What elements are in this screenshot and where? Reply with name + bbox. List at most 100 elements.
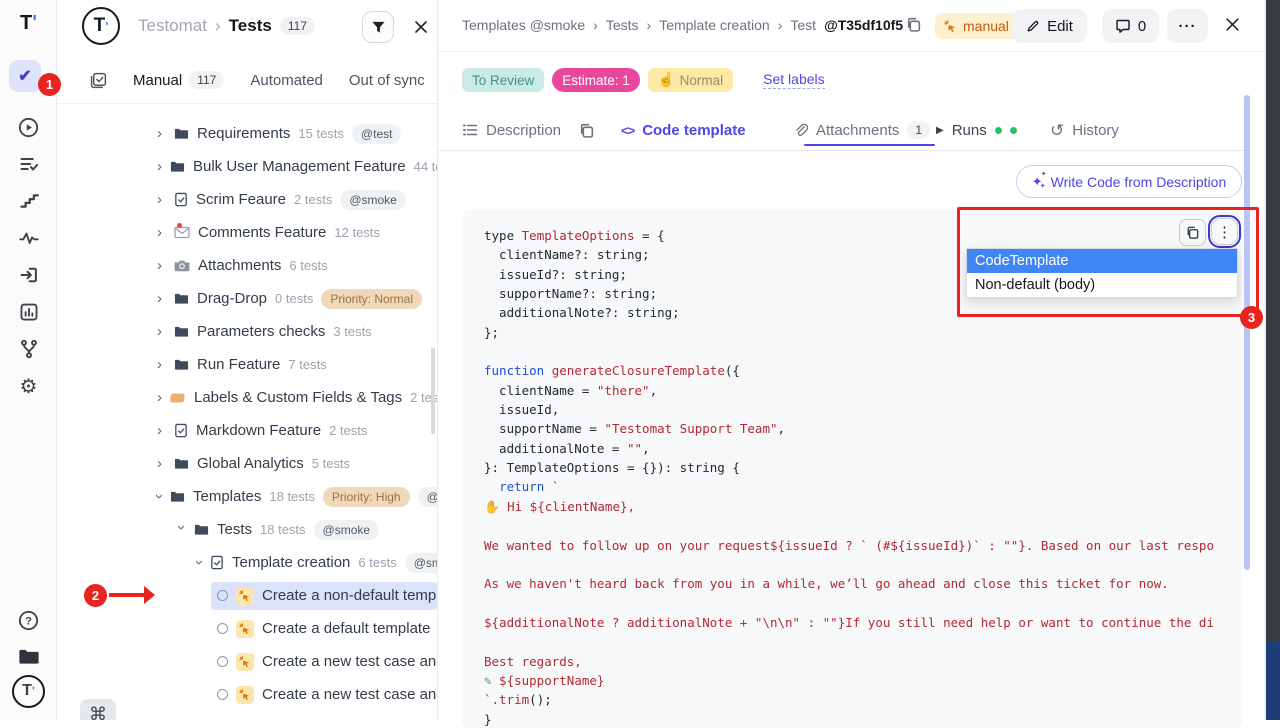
chevron-right-icon[interactable]: › <box>157 423 166 438</box>
breadcrumb-item[interactable]: Templates @smoke <box>462 17 585 33</box>
tree-row[interactable]: ›Markdown Feature2 tests <box>57 414 437 447</box>
status-badge[interactable]: To Review <box>462 68 544 92</box>
folder-icon <box>174 127 189 140</box>
select-all-icon[interactable] <box>90 72 107 89</box>
tree-row[interactable]: Create a default templateNew labe <box>57 612 437 645</box>
test-status-circle-icon[interactable] <box>217 590 228 601</box>
folder-icon <box>174 457 189 470</box>
chevron-right-icon[interactable]: › <box>157 357 166 372</box>
breadcrumb-root[interactable]: Testomat <box>138 16 207 36</box>
tests-count-badge: 117 <box>280 17 315 35</box>
tab-out-of-sync[interactable]: Out of sync <box>349 72 425 89</box>
tree-row[interactable]: ›Templates18 testsPriority: High@smoke <box>57 480 437 513</box>
folder-icon <box>170 160 185 173</box>
folder-icon <box>174 325 189 338</box>
chevron-right-icon[interactable]: › <box>157 126 166 141</box>
doc-icon <box>210 555 224 570</box>
copy-test-id-icon[interactable] <box>905 16 922 33</box>
edit-button[interactable]: Edit <box>1012 9 1087 43</box>
filter-button[interactable] <box>362 11 394 43</box>
chevron-right-icon[interactable]: › <box>157 291 166 306</box>
close-panel-button[interactable] <box>407 13 435 41</box>
chevron-right-icon[interactable]: › <box>157 456 166 471</box>
tree-item-label: Labels & Custom Fields & Tags <box>194 389 402 406</box>
code-options-kebab-button[interactable]: ⋮ <box>1211 218 1238 245</box>
attachments-count-badge: 1 <box>907 121 930 139</box>
test-status-circle-icon[interactable] <box>217 656 228 667</box>
comments-button[interactable]: 0 <box>1102 9 1159 43</box>
tests-tree-panel: T' Testomat › Tests 117 Manual 117 Autom… <box>57 0 438 720</box>
background-window-edge <box>1264 0 1280 720</box>
pencil-icon <box>1026 19 1040 33</box>
code-line: additionalNote = "", <box>484 439 1242 458</box>
run-status-dot <box>995 127 1002 134</box>
tree-row[interactable]: ›Template creation6 tests@smoke <box>57 546 437 579</box>
tab-history[interactable]: ↺ History <box>1050 115 1119 145</box>
tab-description[interactable]: Description <box>462 115 561 145</box>
dropdown-item-non-default[interactable]: Non-default (body) <box>967 273 1237 297</box>
tab-code-template[interactable]: <> Code template <box>621 115 746 145</box>
code-line: ✎ ${supportName} <box>484 671 1242 690</box>
tab-attachments[interactable]: Attachments 1 <box>793 115 930 145</box>
more-actions-button[interactable]: ··· <box>1167 9 1208 43</box>
tree-item-label: Templates <box>193 488 261 505</box>
tree-row[interactable]: ›Scrim Feaure2 tests@smoke <box>57 183 437 216</box>
code-line: supportName = "Testomat Support Team", <box>484 419 1242 438</box>
tree-item-label: Create a new test case and verify <box>262 686 437 703</box>
close-detail-button[interactable] <box>1224 16 1241 33</box>
breadcrumb-item[interactable]: Template creation <box>659 17 770 33</box>
tree-row[interactable]: ›Drag-Drop0 testsPriority: Normal <box>57 282 437 315</box>
tree-row[interactable]: ›Bulk User Management Feature44 tests <box>57 150 437 183</box>
folder-icon <box>194 523 209 536</box>
tree-row[interactable]: ›Comments Feature12 tests <box>57 216 437 249</box>
chevron-down-icon[interactable]: › <box>192 560 207 565</box>
folder-icon <box>174 127 189 140</box>
testomat-logo-icon[interactable]: T' <box>0 676 57 706</box>
settings-gear-icon[interactable]: ⚙ <box>0 371 57 401</box>
test-status-circle-icon[interactable] <box>217 689 228 700</box>
tab-runs[interactable]: ▶ Runs <box>936 115 1017 145</box>
tree-scrollbar[interactable] <box>431 348 435 434</box>
test-plans-list-icon[interactable] <box>0 149 57 179</box>
tree-item-label: Bulk User Management Feature <box>193 158 406 175</box>
test-status-circle-icon[interactable] <box>217 623 228 634</box>
tree-item-count: 18 tests <box>260 522 306 537</box>
projects-folder-icon[interactable] <box>0 641 57 671</box>
chevron-right-icon[interactable]: › <box>157 258 166 273</box>
analytics-pulse-icon[interactable] <box>0 223 57 253</box>
help-icon[interactable]: ? <box>0 605 57 635</box>
copy-description-icon[interactable] <box>578 115 595 145</box>
tree-row[interactable]: ›Labels & Custom Fields & Tags2 tests <box>57 381 437 414</box>
tree-row[interactable]: ›Run Feature7 tests <box>57 348 437 381</box>
tree-row[interactable]: ›Tests18 tests@smoke <box>57 513 437 546</box>
import-icon[interactable] <box>0 260 57 290</box>
chevron-right-icon[interactable]: › <box>157 324 166 339</box>
steps-icon[interactable] <box>0 186 57 216</box>
reports-chart-icon[interactable] <box>0 297 57 327</box>
chevron-right-icon[interactable]: › <box>157 192 166 207</box>
chevron-right-icon[interactable]: › <box>157 159 162 174</box>
chevron-down-icon[interactable]: › <box>174 525 189 534</box>
tree-row[interactable]: ›Requirements15 tests@test <box>57 117 437 150</box>
chevron-right-icon[interactable]: › <box>157 390 162 405</box>
tab-automated[interactable]: Automated <box>250 72 323 89</box>
tree-row[interactable]: ›Global Analytics5 tests <box>57 447 437 480</box>
tree-row[interactable]: ›Parameters checks3 tests <box>57 315 437 348</box>
chevron-right-icon[interactable]: › <box>157 225 166 240</box>
copy-code-button[interactable] <box>1179 219 1206 246</box>
tests-check-icon[interactable]: ✔ <box>9 60 41 92</box>
estimate-badge[interactable]: Estimate: 1 <box>552 68 640 92</box>
breadcrumb-item[interactable]: Tests <box>606 17 639 33</box>
set-labels-link[interactable]: Set labels <box>763 71 824 89</box>
branches-icon[interactable] <box>0 334 57 364</box>
write-code-from-description-button[interactable]: ✦✦✦ Write Code from Description <box>1016 165 1242 198</box>
detail-scrollbar[interactable] <box>1244 95 1250 570</box>
tree-row[interactable]: Create a new test case and verify <box>57 645 437 678</box>
tree-row[interactable]: ›Attachments6 tests <box>57 249 437 282</box>
tab-manual[interactable]: Manual 117 <box>133 71 224 89</box>
severity-badge[interactable]: ☝ Normal <box>648 68 733 92</box>
dropdown-item-code-template[interactable]: CodeTemplate <box>967 249 1237 273</box>
cursor-click-icon <box>236 686 254 704</box>
runs-play-icon[interactable] <box>0 112 57 142</box>
chevron-down-icon[interactable]: › <box>152 494 167 499</box>
